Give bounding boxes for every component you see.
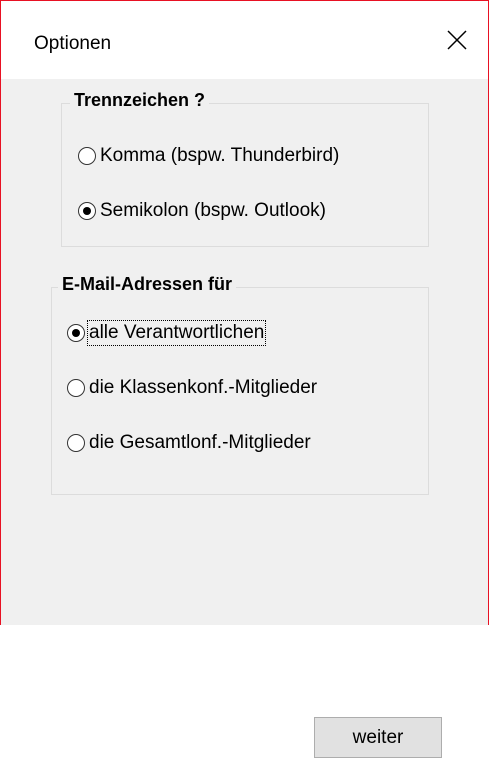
radio-semicolon[interactable]: Semikolon (bspw. Outlook) [78, 200, 326, 222]
radio-button-all-responsible[interactable] [67, 324, 85, 342]
radio-label-comma: Komma (bspw. Thunderbird) [100, 145, 340, 166]
radio-button-semicolon[interactable] [78, 202, 96, 220]
radio-button-class-conference[interactable] [67, 379, 85, 397]
radio-button-comma[interactable] [78, 147, 96, 165]
radio-label-semicolon: Semikolon (bspw. Outlook) [100, 200, 326, 221]
email-group-legend: E-Mail-Adressen für [58, 274, 237, 295]
separator-groupbox: Trennzeichen ? [61, 90, 429, 247]
radio-label-class-conference: die Klassenkonf.-Mitglieder [89, 377, 318, 398]
title-bar: Optionen [1, 1, 488, 79]
close-icon[interactable] [442, 25, 472, 55]
radio-all-responsible[interactable]: alle Verantwortlichen [67, 320, 267, 346]
radio-label-all-responsible: alle Verantwortlichen [86, 320, 267, 346]
radio-comma[interactable]: Komma (bspw. Thunderbird) [78, 145, 339, 167]
dialog-body: Trennzeichen ? Komma (bspw. Thunderbird)… [1, 79, 488, 625]
radio-label-total-conference: die Gesamtlonf.-Mitglieder [89, 432, 311, 453]
radio-total-conference[interactable]: die Gesamtlonf.-Mitglieder [67, 432, 311, 454]
separator-group-legend: Trennzeichen ? [70, 90, 210, 111]
options-dialog: Optionen Trennzeichen ? Komma (bspw. Thu… [0, 0, 489, 758]
radio-class-conference[interactable]: die Klassenkonf.-Mitglieder [67, 377, 317, 399]
next-button[interactable]: weiter [314, 717, 442, 758]
radio-button-total-conference[interactable] [67, 434, 85, 452]
window-title: Optionen [34, 33, 112, 54]
